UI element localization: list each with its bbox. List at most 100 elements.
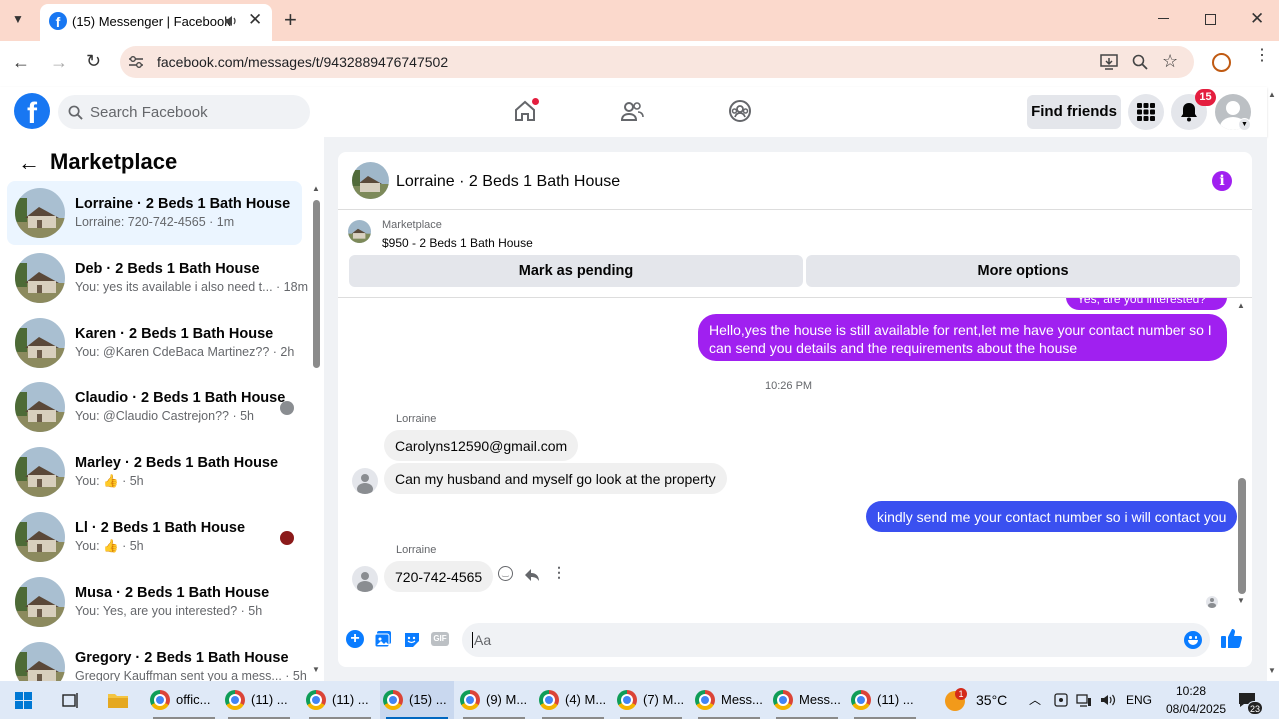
listing-thumbnail[interactable] [348,220,371,243]
taskbar-app-button[interactable]: (7) M... [614,681,688,719]
conversation-preview: You: @Claudio Castrejon?? · 5h [75,409,255,424]
menu-grid-icon [1137,103,1155,121]
conversation-preview: Gregory Kauffman sent you a mess... · 5h [75,668,307,681]
message-outgoing[interactable]: Hello,yes the house is still available f… [698,314,1227,361]
chat-scrollbar[interactable] [1238,478,1246,594]
taskbar-app-button[interactable]: (11) ... [303,681,377,719]
search-facebook-input[interactable]: Search Facebook [58,95,310,129]
more-options-button[interactable]: More options [806,255,1240,287]
page-scroll-down-icon[interactable]: ▼ [1268,666,1276,675]
sender-avatar[interactable] [352,566,378,592]
taskbar-app-button[interactable]: offic... [147,681,221,719]
page-scroll-up-icon[interactable]: ▲ [1268,90,1276,99]
temperature[interactable]: 35°C [976,681,1007,719]
sidebar-scroll-down-icon[interactable]: ▼ [312,665,320,674]
volume-icon[interactable] [1100,693,1117,707]
install-app-icon[interactable] [1100,54,1118,70]
zoom-icon[interactable] [1132,54,1148,70]
chat-title[interactable]: Lorraine · 2 Beds 1 Bath House [396,173,620,191]
new-tab-plus-icon[interactable]: + [284,7,297,33]
taskbar-app-label: offic... [176,692,211,707]
chat-scroll-down-icon[interactable]: ▼ [1237,596,1245,605]
friends-icon[interactable] [620,99,644,123]
info-icon[interactable]: i [1212,171,1232,191]
reply-icon[interactable] [524,568,540,582]
language-indicator[interactable]: ENG [1126,681,1152,719]
conversation-item[interactable]: Karen · 2 Beds 1 Bath House You: @Karen C… [7,311,302,375]
speaker-icon[interactable] [224,14,238,28]
url-text: facebook.com/messages/t/9432889476747502 [157,54,449,70]
back-icon[interactable]: ← [12,52,30,73]
react-emoji-icon[interactable]: ‿ [498,566,513,581]
seen-avatar [1206,596,1218,608]
close-window-icon[interactable]: ✕ [1250,9,1264,29]
reload-icon[interactable]: ↻ [86,51,101,72]
file-explorer-icon[interactable] [107,691,129,709]
listing-label: Marketplace [382,219,442,231]
account-chevron-icon[interactable]: ▼ [1238,118,1251,131]
close-tab-icon[interactable]: ✕ [248,10,262,30]
message-incoming[interactable]: Can my husband and myself go look at the… [384,463,727,494]
chrome-menu-icon[interactable]: ⋮ [1254,48,1270,64]
clock-time[interactable]: 10:28 [1176,684,1206,698]
groups-icon[interactable] [728,99,752,123]
taskbar-app-button[interactable]: (15) ... [380,681,454,719]
bookmark-star-icon[interactable]: ☆ [1162,51,1178,72]
restore-window-icon[interactable] [1205,14,1216,25]
sticker-icon[interactable] [403,630,421,648]
sidebar-scroll-up-icon[interactable]: ▲ [312,184,320,193]
back-arrow-icon[interactable]: ← [18,150,40,176]
sidebar-title: Marketplace [50,149,178,174]
show-hidden-icons-icon[interactable]: ︿ [1029,681,1041,719]
facebook-logo-icon[interactable]: f [14,93,50,129]
network-icon[interactable] [1076,693,1092,707]
tab-list-chevron-icon[interactable]: ▼ [12,12,24,26]
conversation-item[interactable]: Lorraine · 2 Beds 1 Bath House Lorraine: … [7,181,302,245]
taskbar-app-button[interactable]: (9) M... [457,681,531,719]
more-actions-icon[interactable]: ⋮ [552,564,566,581]
listing-thumbnail [15,447,65,498]
site-settings-icon[interactable] [128,55,144,69]
message-outgoing-partial[interactable]: Yes, are you interested? [1066,298,1227,310]
taskbar-app-button[interactable]: (11) ... [222,681,296,719]
browser-tab-messenger[interactable]: f (15) Messenger | Facebook ✕ [40,4,272,41]
message-incoming[interactable]: 720-742-4565 [384,561,494,592]
message-outgoing[interactable]: kindly send me your contact number so i … [866,501,1238,532]
taskbar-app-button[interactable]: Mess... [770,681,844,719]
photo-icon[interactable] [374,630,392,648]
url-bar[interactable]: facebook.com/messages/t/9432889476747502… [120,46,1194,78]
conversation-item[interactable]: Ll · 2 Beds 1 Bath House You: 👍 · 5h [7,505,302,569]
conversation-item[interactable]: Deb · 2 Beds 1 Bath House You: yes its av… [7,246,308,310]
add-attachment-icon[interactable]: + [346,630,364,648]
conversation-item[interactable]: Gregory · 2 Beds 1 Bath House Gregory Kau… [7,635,307,681]
chrome-icon [225,690,245,710]
chat-listing-thumbnail[interactable] [352,162,389,199]
clock-date[interactable]: 08/04/2025 [1166,702,1226,716]
taskbar-app-button[interactable]: (11) ... [848,681,922,719]
sender-name: Lorraine [396,413,437,425]
minimize-window-icon[interactable] [1158,18,1169,19]
conversation-item[interactable]: Musa · 2 Beds 1 Bath House You: Yes, are … [7,570,302,634]
meet-now-icon[interactable] [1054,693,1068,707]
find-friends-button[interactable]: Find friends [1027,95,1121,129]
conversation-item[interactable]: Claudio · 2 Beds 1 Bath House You: @Claud… [7,375,302,439]
gif-icon[interactable]: GIF [431,632,449,646]
windows-start-icon[interactable] [15,692,32,709]
sender-avatar[interactable] [352,468,378,494]
like-thumbs-up-icon[interactable] [1220,628,1242,649]
chat-scroll-up-icon[interactable]: ▲ [1237,301,1245,310]
listing-thumbnail [15,382,65,433]
listing-price[interactable]: $950 - 2 Beds 1 Bath House [382,236,533,250]
taskbar-app-button[interactable]: (4) M... [536,681,610,719]
emoji-icon[interactable] [1184,631,1202,649]
conversation-item[interactable]: Marley · 2 Beds 1 Bath House You: 👍 · 5h [7,440,302,504]
taskbar-app-button[interactable]: Mess... [692,681,766,719]
task-view-icon[interactable] [62,692,80,709]
forward-icon[interactable]: → [50,52,68,73]
message-incoming[interactable]: Carolyns12590@gmail.com [384,430,579,461]
profile-icon[interactable] [1212,53,1231,72]
menu-grid-button[interactable] [1128,94,1164,130]
message-input[interactable]: Aa [462,623,1210,657]
sidebar-scrollbar[interactable] [313,200,320,368]
mark-as-pending-button[interactable]: Mark as pending [349,255,803,287]
